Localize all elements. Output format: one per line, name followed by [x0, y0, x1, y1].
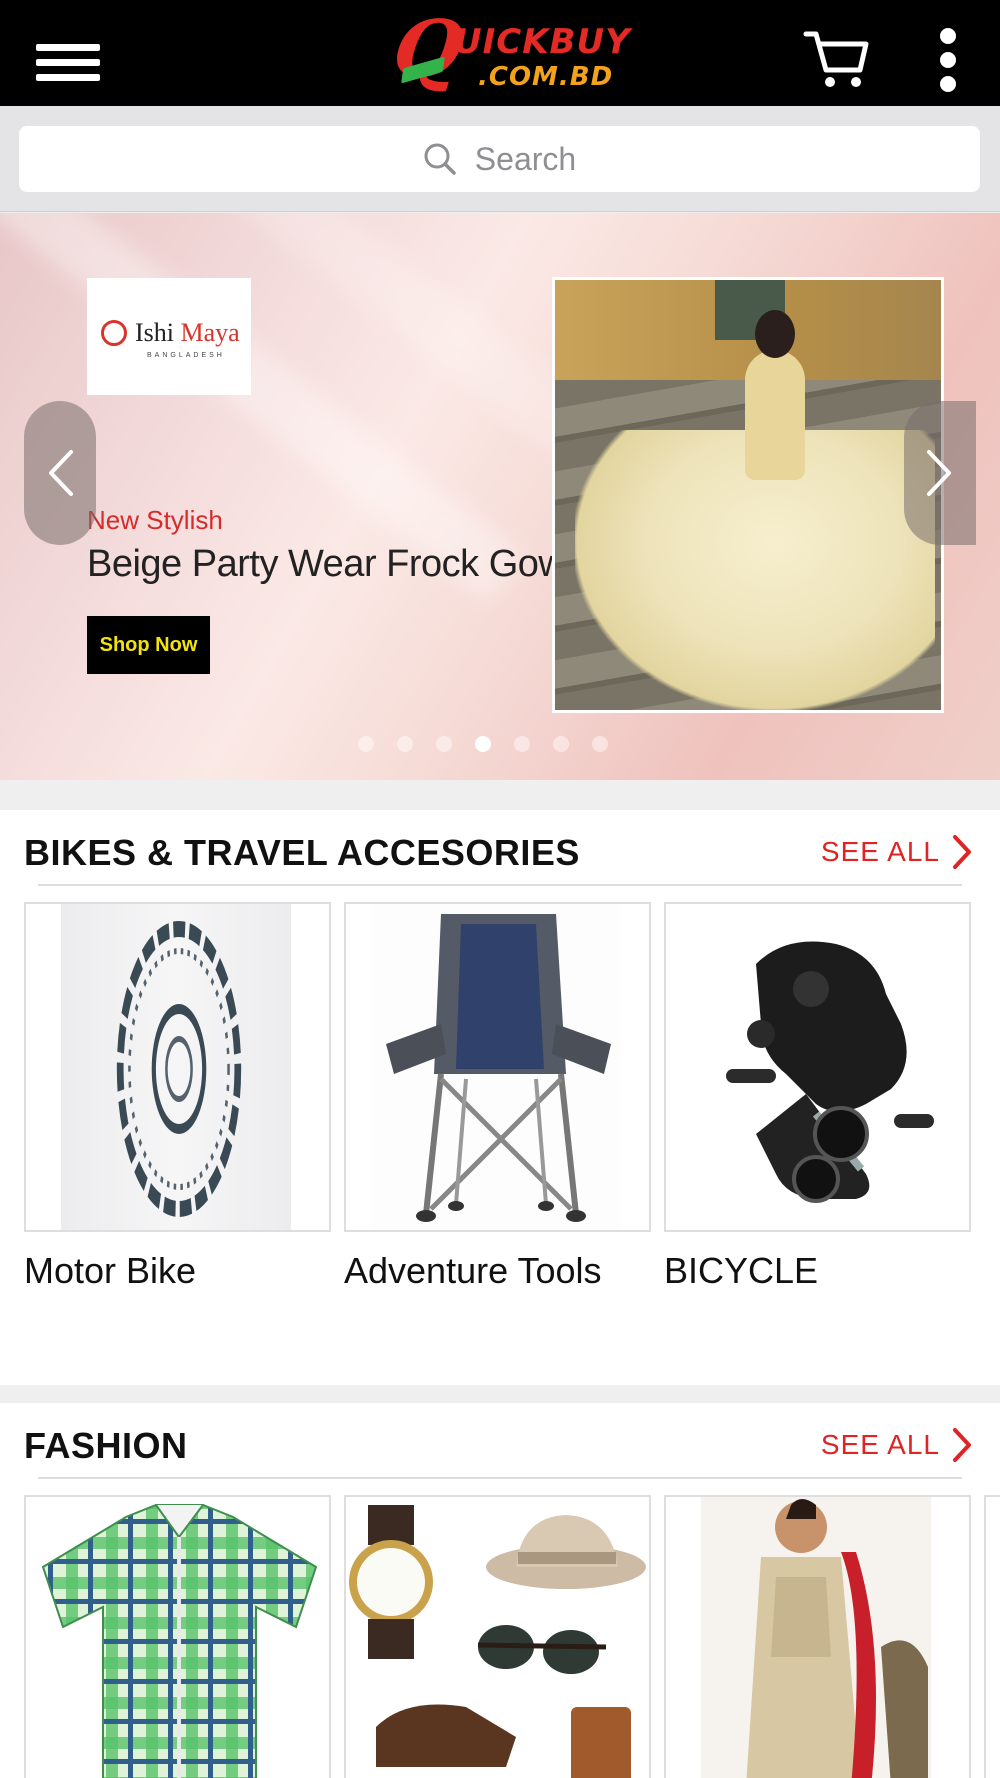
section-title: BIKES & TRAVEL ACCESORIES — [24, 832, 580, 873]
cart-icon[interactable] — [802, 28, 872, 90]
top-bar: Q UICKBUY .COM.BD — [0, 0, 1000, 106]
brand-name-second: Maya — [180, 318, 240, 347]
product-card-fashion-shirt[interactable] — [24, 1495, 331, 1778]
brand-logo-card: Ishi Maya BANGLADESH — [87, 278, 251, 395]
logo-main-text: UICKBUY — [454, 22, 631, 62]
carousel-dot[interactable] — [553, 736, 569, 752]
carousel-dot[interactable] — [436, 736, 452, 752]
menu-line — [36, 59, 100, 66]
hamburger-menu-icon[interactable] — [30, 36, 106, 86]
carousel-prev-button[interactable] — [24, 401, 96, 545]
brand-name-first: Ishi — [135, 318, 181, 347]
see-all-link[interactable]: SEE ALL — [821, 828, 972, 876]
product-label[interactable]: Adventure Tools — [344, 1250, 602, 1292]
menu-line — [36, 44, 100, 51]
rear-derailleur-image — [726, 941, 934, 1203]
chevron-right-icon — [927, 450, 951, 496]
brand-subtitle: BANGLADESH — [147, 352, 225, 359]
more-vertical-icon[interactable] — [930, 28, 966, 94]
brand-name: Ishi Maya — [135, 318, 240, 348]
shop-now-button[interactable]: Shop Now — [87, 616, 210, 674]
kebab-dot — [940, 28, 956, 44]
kebab-dot — [940, 76, 956, 92]
brand-mark-icon — [101, 320, 127, 346]
carousel-dot[interactable] — [514, 736, 530, 752]
search-input[interactable]: Search — [19, 126, 980, 192]
menu-line — [36, 74, 100, 81]
product-card-fashion-dress[interactable] — [664, 1495, 971, 1778]
carousel-dot[interactable] — [592, 736, 608, 752]
camping-chair-image — [371, 904, 621, 1230]
chevron-left-icon — [49, 450, 73, 496]
photo-model-head — [755, 310, 795, 358]
product-label[interactable]: Motor Bike — [24, 1250, 196, 1292]
search-bar-container: Search — [0, 106, 1000, 212]
search-placeholder: Search — [474, 140, 577, 177]
product-card-fashion-partial[interactable] — [984, 1495, 1000, 1778]
product-card-adventure-tools[interactable] — [344, 902, 651, 1232]
carousel-pagination — [358, 736, 631, 752]
see-all-label: SEE ALL — [820, 836, 940, 867]
product-card-fashion-accessories[interactable] — [344, 1495, 651, 1778]
chevron-right-icon — [953, 1428, 971, 1462]
product-label[interactable]: BICYCLE — [664, 1250, 818, 1292]
quickbuy-logo[interactable]: Q UICKBUY .COM.BD — [388, 4, 630, 95]
carousel-next-button[interactable] — [904, 401, 976, 545]
search-icon — [424, 143, 456, 175]
checked-shirt-image — [41, 1504, 318, 1778]
gown-product-photo — [552, 277, 944, 713]
see-all-label: SEE ALL — [820, 1429, 940, 1460]
category-section-bikes-travel: BIKES & TRAVEL ACCESORIES SEE ALL Motor … — [0, 810, 1000, 1385]
promo-title: Beige Party Wear Frock Gown — [87, 543, 586, 585]
product-card-motor-bike[interactable] — [24, 902, 331, 1232]
carousel-dot-active[interactable] — [475, 736, 491, 752]
see-all-link[interactable]: SEE ALL — [821, 1421, 972, 1469]
section-divider — [38, 1477, 962, 1479]
promo-kicker: New Stylish — [87, 505, 223, 535]
carousel-dot[interactable] — [397, 736, 413, 752]
kebab-dot — [940, 52, 956, 68]
salwar-kameez-image — [701, 1497, 931, 1778]
section-divider — [38, 884, 962, 886]
accessories-image — [349, 1505, 646, 1778]
carousel-dot[interactable] — [358, 736, 374, 752]
logo-domain-text: .COM.BD — [478, 62, 614, 92]
section-title: FASHION — [24, 1425, 188, 1466]
brake-disc-image — [116, 921, 242, 1217]
chevron-right-icon — [953, 835, 971, 869]
promo-carousel[interactable]: Ishi Maya BANGLADESH New Stylish Beige P… — [0, 213, 1000, 780]
photo-bodice — [745, 350, 805, 480]
category-section-fashion: FASHION SEE ALL — [0, 1403, 1000, 1778]
product-card-bicycle[interactable] — [664, 902, 971, 1232]
